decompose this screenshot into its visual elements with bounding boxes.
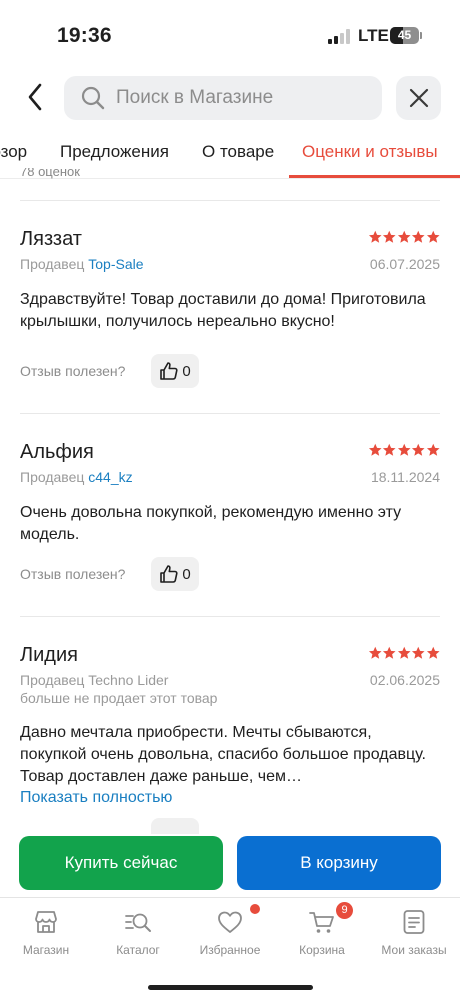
search-bar[interactable] <box>64 76 382 120</box>
review-item: Альфия Продавец c44_kz 18.11.2024 Очень … <box>20 441 440 601</box>
review-text: Давно мечтала приобрести. Мечты сбываютс… <box>20 724 426 785</box>
chevron-left-icon <box>28 83 42 111</box>
star-icon <box>411 646 425 659</box>
reviewer-name: Лидия <box>20 644 78 666</box>
star-icon <box>426 230 440 243</box>
nav-favorites[interactable]: Избранное <box>190 904 270 957</box>
seller-info: Продавец Top-Sale <box>20 256 144 272</box>
thumbs-up-icon <box>160 362 178 380</box>
star-icon <box>411 443 425 456</box>
reviewer-name: Ляззат <box>20 228 82 250</box>
buy-now-button[interactable]: Купить сейчас <box>19 836 223 890</box>
nav-shop[interactable]: Магазин <box>6 908 86 957</box>
search-input[interactable] <box>116 76 376 120</box>
star-icon <box>368 230 382 243</box>
review-date: 06.07.2025 <box>369 256 440 272</box>
battery-cap <box>420 32 422 39</box>
like-button[interactable] <box>151 818 199 834</box>
star-icon <box>397 443 411 456</box>
star-icon <box>382 230 396 243</box>
review-item: Лидия Продавец Techno Lider 02.06.2025 б… <box>20 644 440 834</box>
star-icon <box>368 646 382 659</box>
divider <box>20 200 440 201</box>
nav-label: Каталог <box>116 943 160 957</box>
seller-info: Продавец Techno Lider <box>20 672 169 688</box>
network-type: LTE <box>358 26 389 45</box>
home-indicator <box>148 985 313 990</box>
shop-icon <box>35 911 57 933</box>
tab-offers[interactable]: Предложения <box>60 142 169 162</box>
battery-icon: 45 <box>390 27 419 44</box>
star-icon <box>397 646 411 659</box>
seller-note: больше не продает этот товар <box>20 690 218 706</box>
rating-stars <box>368 443 441 457</box>
catalog-icon <box>125 913 151 932</box>
review-date: 18.11.2024 <box>370 469 440 485</box>
nav-cart[interactable]: Корзина 9 <box>282 902 362 957</box>
helpful-label: Отзыв полезен? <box>20 363 126 379</box>
cart-icon <box>309 912 334 933</box>
nav-orders[interactable]: Мои заказы <box>374 908 454 957</box>
review-text: Очень довольна покупкой, рекомендую имен… <box>20 504 402 543</box>
back-button[interactable] <box>18 78 52 116</box>
heart-icon <box>218 911 242 933</box>
star-icon <box>368 443 382 456</box>
like-button[interactable]: 0 <box>151 557 199 591</box>
tab-reviews[interactable]: Оценки и отзывы <box>302 142 438 162</box>
seller-info: Продавец c44_kz <box>20 469 133 485</box>
add-to-cart-button[interactable]: В корзину <box>237 836 441 890</box>
rating-count: 78 оценок <box>20 168 80 179</box>
show-more-link[interactable]: Показать полностью <box>20 789 172 807</box>
nav-catalog[interactable]: Каталог <box>98 908 178 957</box>
thumbs-up-icon <box>160 565 178 583</box>
star-icon <box>426 443 440 456</box>
like-count: 0 <box>182 362 191 380</box>
star-icon <box>426 646 440 659</box>
star-icon <box>397 230 411 243</box>
seller-link[interactable]: c44_kz <box>88 469 132 485</box>
status-bar: 19:36 LTE 45 <box>0 0 460 70</box>
seller-name: Techno Lider <box>88 672 169 688</box>
star-icon <box>382 443 396 456</box>
nav-label: Магазин <box>22 943 70 957</box>
rating-stars <box>368 646 441 660</box>
close-icon <box>409 88 428 108</box>
clear-search-button[interactable] <box>396 76 441 120</box>
search-icon <box>81 86 105 110</box>
star-icon <box>411 230 425 243</box>
rating-stars <box>368 230 441 244</box>
review-date: 02.06.2025 <box>369 672 440 688</box>
status-time: 19:36 <box>57 24 112 47</box>
star-icon <box>382 646 396 659</box>
reviewer-name: Альфия <box>20 441 94 463</box>
divider <box>20 616 440 617</box>
nav-label: Избранное <box>199 943 261 957</box>
nav-label: Мои заказы <box>381 943 447 957</box>
signal-icon <box>328 29 352 44</box>
cart-count-badge: 9 <box>336 902 353 919</box>
nav-label: Корзина <box>299 943 345 957</box>
orders-icon <box>403 910 425 934</box>
notification-dot <box>250 904 260 914</box>
like-count: 0 <box>182 565 191 583</box>
battery-level: 45 <box>397 28 412 42</box>
tab-overview[interactable]: Обзор <box>0 142 27 162</box>
like-button[interactable]: 0 <box>151 354 199 388</box>
seller-link[interactable]: Top-Sale <box>88 256 143 272</box>
review-text: Здравствуйте! Товар доставили до дома! П… <box>20 291 426 330</box>
tab-about[interactable]: О товаре <box>202 142 274 162</box>
review-item: Ляззат Продавец Top-Sale 06.07.2025 Здра… <box>20 228 440 398</box>
helpful-label: Отзыв полезен? <box>20 566 126 582</box>
divider <box>20 413 440 414</box>
